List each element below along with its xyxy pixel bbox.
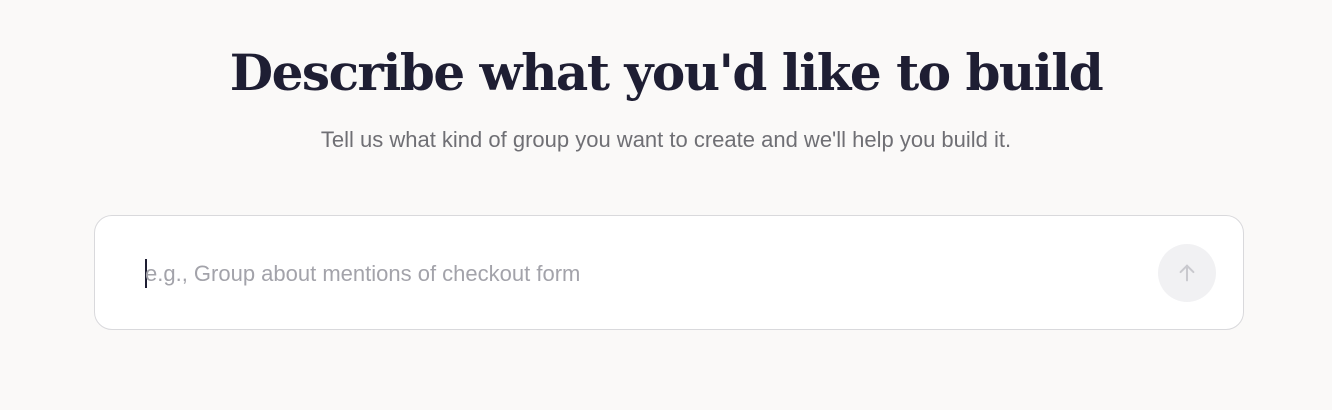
prompt-input[interactable] bbox=[145, 258, 1145, 290]
arrow-up-icon bbox=[1176, 262, 1198, 284]
page-title: Describe what you'd like to build bbox=[229, 43, 1104, 102]
page-subtitle: Tell us what kind of group you want to c… bbox=[320, 127, 1012, 152]
prompt-box bbox=[94, 215, 1244, 330]
submit-button[interactable] bbox=[1158, 244, 1216, 302]
